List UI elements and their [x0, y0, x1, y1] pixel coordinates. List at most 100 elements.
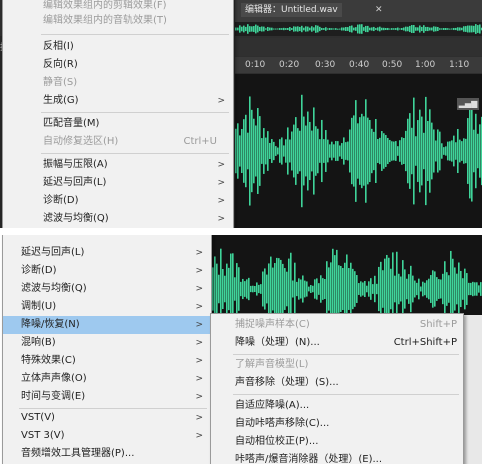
waveform-bar — [375, 118, 377, 184]
waveform-bar — [269, 142, 271, 160]
file-tab[interactable]: 编辑器：Untitled.wav — [241, 3, 342, 17]
waveform-bar — [261, 26, 263, 32]
waveform-bar — [421, 116, 423, 186]
menu-item-delay-echo[interactable]: 延迟与回声(L) > — [3, 174, 233, 192]
waveform-bar — [420, 286, 422, 292]
main-waveform[interactable] — [235, 74, 482, 228]
waveform-bar — [416, 282, 418, 296]
waveform-bar — [419, 109, 421, 193]
waveform-bar — [281, 28, 283, 30]
waveform-bar — [373, 131, 375, 171]
waveform-bar — [308, 286, 310, 292]
waveform-bar — [353, 27, 355, 31]
waveform-bar — [294, 262, 296, 316]
menu-item-diagnostics[interactable]: 诊断(D) > — [3, 262, 211, 280]
menu-item-noise-reduction-process[interactable]: 降噪（处理）(N)... Ctrl+Shift+P — [211, 334, 463, 352]
waveform-bar — [414, 280, 416, 298]
waveform-bar — [237, 27, 239, 31]
waveform-bar — [307, 26, 309, 32]
menu-item-filter-eq[interactable]: 滤波与均衡(Q) > — [3, 210, 233, 228]
tab-close-icon[interactable]: ✕ — [375, 3, 383, 17]
menu-separator — [233, 354, 459, 355]
waveform-bar — [239, 25, 241, 33]
waveform-bar — [321, 27, 323, 31]
menu-item-reverb[interactable]: 混响(B) > — [3, 334, 211, 352]
waveform-bar — [479, 24, 481, 34]
waveform-bar — [323, 28, 325, 30]
waveform-bar — [415, 136, 417, 166]
menu-item-reverse[interactable]: 反向(R) — [3, 56, 233, 74]
menu-item-sound-remover[interactable]: 声音移除（处理）(S)... — [211, 374, 463, 392]
waveform-bar — [251, 109, 253, 193]
waveform-bar — [349, 129, 351, 173]
waveform-bar — [246, 279, 248, 299]
waveform-bar — [256, 282, 258, 296]
waveform-bar — [462, 278, 464, 300]
menu-item-invert[interactable]: 反相(I) — [3, 38, 233, 56]
waveform-bar — [274, 263, 276, 315]
waveform-bar — [277, 147, 279, 155]
waveform-bar — [261, 138, 263, 164]
waveform-bar — [388, 257, 390, 321]
waveform-bar — [369, 27, 371, 31]
menu-item-time-pitch[interactable]: 时间与变调(E) > — [3, 388, 211, 406]
menu-item-noise-reduction[interactable]: 降噪/恢复(N) > — [3, 316, 211, 334]
waveform-bar — [276, 257, 278, 321]
menu-item-filter-eq[interactable]: 滤波与均衡(Q) > — [3, 280, 211, 298]
waveform-bar — [323, 139, 325, 163]
waveform-bar — [479, 124, 481, 178]
waveform-bar — [343, 137, 345, 165]
waveform-bar — [375, 28, 377, 30]
waveform-bar — [425, 26, 427, 32]
waveform-bar — [212, 267, 214, 311]
waveform-bar — [279, 139, 281, 163]
waveform-bar — [318, 283, 320, 295]
menu-item-delay-echo[interactable]: 延迟与回声(L) > — [3, 244, 211, 262]
submenu-arrow-icon: > — [195, 431, 203, 441]
waveform-bar — [299, 26, 301, 32]
menu-item-plugin-manager[interactable]: 音频增效工具管理器(P)... — [3, 445, 211, 463]
waveform-bar — [383, 27, 385, 31]
waveform-bar — [391, 141, 393, 161]
waveform-bar — [245, 114, 247, 188]
waveform-bar — [475, 24, 477, 34]
waveform-bar — [249, 96, 251, 206]
waveform-bar — [364, 280, 366, 298]
waveform-bar — [387, 27, 389, 31]
menu-item-generate[interactable]: 生成(G) > — [3, 92, 233, 110]
waveform-bar — [441, 143, 443, 159]
menu-separator — [41, 153, 229, 154]
waveform-bar — [378, 266, 380, 312]
waveform-bar — [330, 262, 332, 316]
waveform-bar — [463, 26, 465, 32]
level-meter-icon[interactable]: ▂▄▆ — [457, 98, 479, 110]
waveform-bar — [354, 271, 356, 307]
menu-item-special[interactable]: 特殊效果(C) > — [3, 352, 211, 370]
menu-item-diagnostics[interactable]: 诊断(D) > — [3, 192, 233, 210]
waveform-bar — [407, 26, 409, 32]
waveform-bar — [289, 139, 291, 163]
waveform-bar — [337, 28, 339, 30]
menu-item-vst3[interactable]: VST 3(V) > — [3, 427, 211, 445]
menu-item-click-pop-eliminator[interactable]: 咔嗒声/爆音消除器（处理）(E)... — [211, 451, 463, 464]
waveform-bar — [317, 25, 319, 33]
waveform-bar — [315, 126, 317, 176]
waveform-bar — [255, 24, 257, 34]
menu-item-auto-phase-correction[interactable]: 自动相位校正(P)... — [211, 433, 463, 451]
menu-item-stereo-imagery[interactable]: 立体声声像(O) > — [3, 370, 211, 388]
waveform-bar — [399, 140, 401, 162]
menu-item-auto-click-remover[interactable]: 自动咔嗒声移除(C)... — [211, 415, 463, 433]
menu-item-adaptive-noise-reduction[interactable]: 自适应降噪(A)... — [211, 397, 463, 415]
waveform-bar — [359, 24, 361, 34]
menu-item-amplitude[interactable]: 振幅与压限(A) > — [3, 156, 233, 174]
waveform-bar — [335, 141, 337, 161]
menu-item-match-volume[interactable]: 匹配音量(M) — [3, 115, 233, 133]
menu-item-modulation[interactable]: 调制(U) > — [3, 298, 211, 316]
noise-reduction-submenu: 捕捉噪声样本(C) Shift+P 降噪（处理）(N)... Ctrl+Shift+… — [210, 313, 464, 464]
waveform-bar — [224, 275, 226, 303]
waveform-bar — [451, 28, 453, 30]
waveform-bar — [281, 137, 283, 165]
waveform-bar — [437, 26, 439, 32]
ruler-tick: 0:40 — [349, 60, 370, 70]
menu-item-vst[interactable]: VST(V) > — [3, 409, 211, 427]
